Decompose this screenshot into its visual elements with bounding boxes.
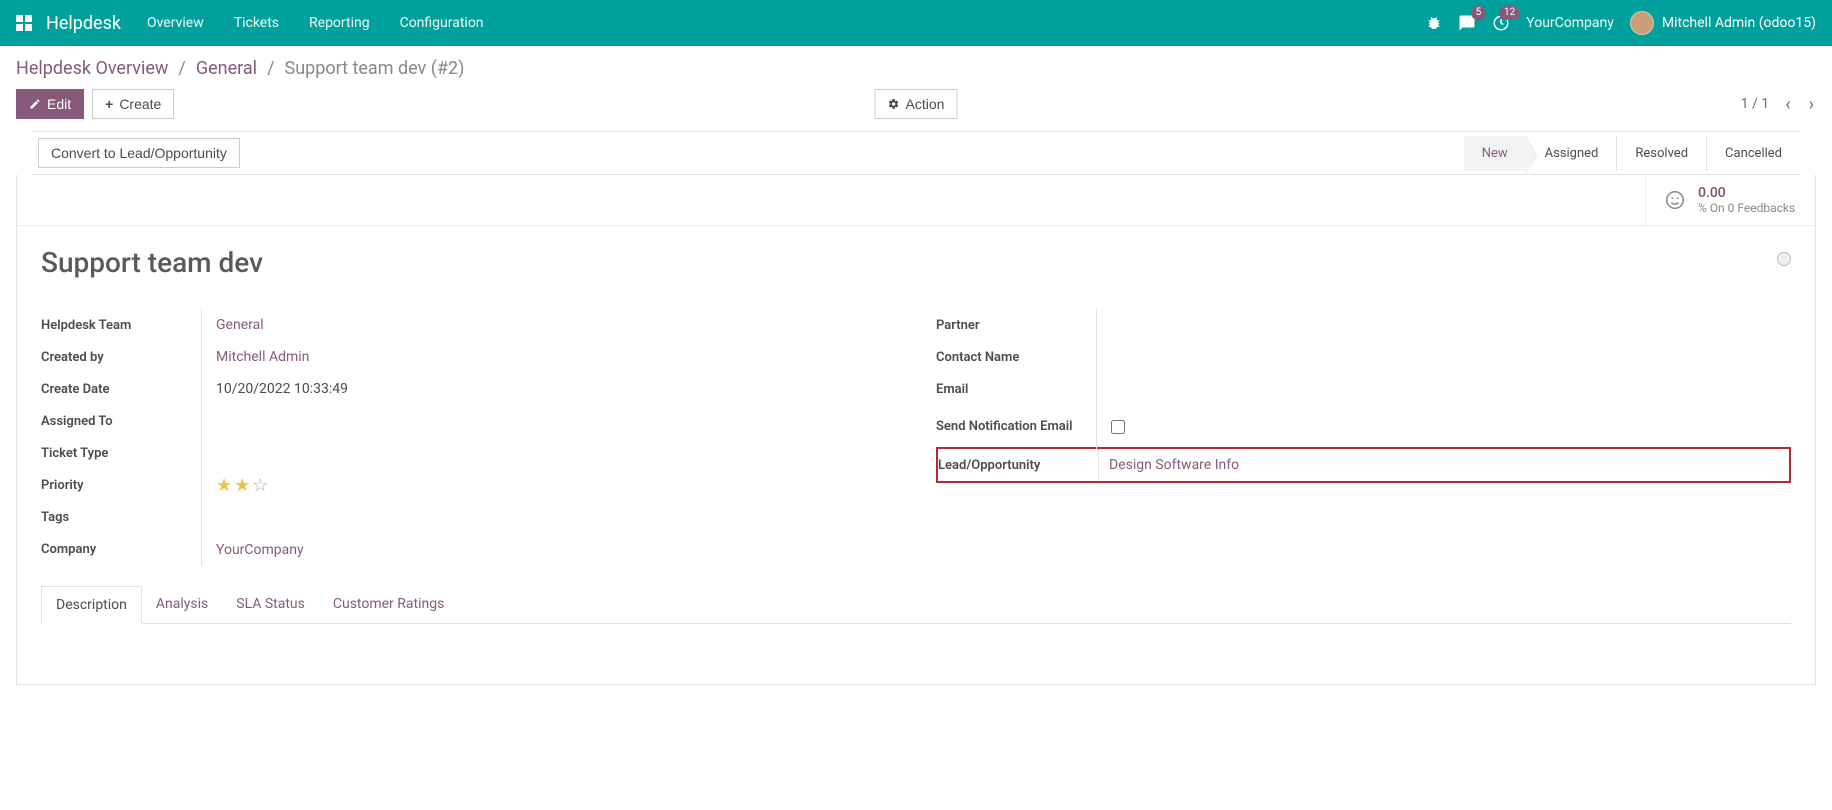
- statusbar: New Assigned Resolved Cancelled: [1464, 136, 1800, 171]
- nav-menu-reporting[interactable]: Reporting: [309, 15, 370, 31]
- value-lead-opportunity-cell: Design Software Info: [1098, 449, 1789, 481]
- nav-company[interactable]: YourCompany: [1526, 15, 1614, 31]
- nav-menu-configuration[interactable]: Configuration: [400, 15, 484, 31]
- tabs-section: Description Analysis SLA Status Customer…: [17, 576, 1815, 684]
- app-brand[interactable]: Helpdesk: [46, 13, 121, 34]
- star-icon: ★: [234, 475, 250, 496]
- label-contact-name: Contact Name: [936, 350, 1096, 365]
- create-button-label: Create: [119, 96, 161, 112]
- status-step-cancelled[interactable]: Cancelled: [1706, 136, 1800, 171]
- sheet-stat-bar: 0.00 % On 0 Feedbacks: [17, 175, 1815, 226]
- kanban-state-dot[interactable]: [1777, 252, 1791, 266]
- value-created-by[interactable]: Mitchell Admin: [216, 349, 309, 365]
- pager-text: 1 / 1: [1741, 96, 1769, 112]
- form-columns: Helpdesk Team Created by Create Date Ass…: [41, 309, 1791, 566]
- value-create-date: 10/20/2022 10:33:49: [216, 381, 348, 397]
- tab-sla-status[interactable]: SLA Status: [222, 586, 319, 623]
- form-sheet: 0.00 % On 0 Feedbacks Support team dev H…: [16, 175, 1816, 685]
- breadcrumb: Helpdesk Overview / General / Support te…: [16, 58, 1816, 79]
- control-bar: Helpdesk Overview / General / Support te…: [0, 46, 1832, 119]
- sheet-body: Support team dev Helpdesk Team Created b…: [17, 226, 1815, 576]
- breadcrumb-current: Support team dev (#2): [285, 58, 465, 79]
- label-helpdesk-team: Helpdesk Team: [41, 318, 201, 333]
- label-company: Company: [41, 542, 201, 557]
- edit-button-label: Edit: [47, 96, 71, 112]
- form-col-left: Helpdesk Team Created by Create Date Ass…: [41, 309, 896, 566]
- record-title: Support team dev: [41, 246, 1791, 279]
- status-step-resolved[interactable]: Resolved: [1616, 136, 1706, 171]
- nav-right: 5 12 YourCompany Mitchell Admin (odoo15): [1426, 11, 1816, 35]
- messages-badge: 5: [1471, 6, 1487, 20]
- smiley-icon: [1664, 189, 1686, 211]
- top-navbar: Helpdesk Overview Tickets Reporting Conf…: [0, 0, 1832, 46]
- star-icon: ☆: [252, 475, 268, 496]
- label-create-date: Create Date: [41, 382, 201, 397]
- toolbar-right: 1 / 1 ‹ ›: [1741, 94, 1816, 115]
- label-ticket-type: Ticket Type: [41, 446, 201, 461]
- messages-icon[interactable]: 5: [1458, 14, 1476, 32]
- priority-stars[interactable]: ★ ★ ☆: [216, 475, 268, 496]
- nav-menu-overview[interactable]: Overview: [147, 15, 204, 31]
- tab-customer-ratings[interactable]: Customer Ratings: [319, 586, 458, 623]
- label-email: Email: [936, 382, 1096, 397]
- toolbar: Edit + Create Action 1 / 1 ‹ ›: [16, 89, 1816, 119]
- gear-icon: [888, 98, 900, 110]
- label-created-by: Created by: [41, 350, 201, 365]
- label-priority: Priority: [41, 478, 201, 493]
- form-col-right: Partner Contact Name Email Send Notifica…: [936, 309, 1791, 566]
- tab-analysis[interactable]: Analysis: [142, 586, 222, 623]
- plus-icon: +: [105, 96, 113, 112]
- status-row: Convert to Lead/Opportunity New Assigned…: [32, 131, 1800, 175]
- pager-next[interactable]: ›: [1807, 94, 1816, 115]
- status-step-new[interactable]: New: [1464, 136, 1526, 171]
- nav-user[interactable]: Mitchell Admin (odoo15): [1630, 11, 1816, 35]
- nav-user-name: Mitchell Admin (odoo15): [1662, 15, 1816, 31]
- label-partner: Partner: [936, 318, 1096, 333]
- breadcrumb-parent[interactable]: General: [196, 58, 257, 79]
- avatar: [1630, 11, 1654, 35]
- tab-description[interactable]: Description: [41, 586, 142, 624]
- label-tags: Tags: [41, 510, 201, 525]
- value-company[interactable]: YourCompany: [216, 542, 304, 558]
- convert-lead-button[interactable]: Convert to Lead/Opportunity: [38, 138, 240, 168]
- edit-button[interactable]: Edit: [16, 89, 84, 119]
- send-notif-checkbox[interactable]: [1111, 420, 1125, 434]
- toolbar-center: Action: [875, 89, 958, 119]
- stat-sub: % On 0 Feedbacks: [1698, 201, 1795, 215]
- value-lead-opportunity[interactable]: Design Software Info: [1109, 457, 1239, 473]
- tab-list: Description Analysis SLA Status Customer…: [41, 586, 1791, 624]
- nav-menu: Overview Tickets Reporting Configuration: [147, 15, 1426, 31]
- apps-icon[interactable]: [16, 15, 32, 31]
- stat-text: 0.00 % On 0 Feedbacks: [1698, 185, 1795, 215]
- activities-badge: 12: [1499, 6, 1520, 20]
- value-helpdesk-team[interactable]: General: [216, 317, 264, 333]
- star-icon: ★: [216, 475, 232, 496]
- stat-value: 0.00: [1698, 185, 1795, 201]
- pager-prev[interactable]: ‹: [1783, 94, 1792, 115]
- status-step-assigned[interactable]: Assigned: [1526, 136, 1617, 171]
- pencil-icon: [29, 98, 41, 110]
- action-button-label: Action: [906, 96, 945, 112]
- activities-icon[interactable]: 12: [1492, 14, 1510, 32]
- breadcrumb-sep: /: [178, 58, 185, 79]
- label-lead-opportunity: Lead/Opportunity: [938, 449, 1098, 481]
- breadcrumb-sep: /: [267, 58, 274, 79]
- breadcrumb-root[interactable]: Helpdesk Overview: [16, 58, 168, 79]
- bug-icon[interactable]: [1426, 15, 1442, 31]
- create-button[interactable]: + Create: [92, 89, 174, 119]
- action-button[interactable]: Action: [875, 89, 958, 119]
- label-send-notif: Send Notification Email: [936, 419, 1096, 436]
- label-assigned-to: Assigned To: [41, 414, 201, 429]
- nav-menu-tickets[interactable]: Tickets: [234, 15, 279, 31]
- lead-opportunity-highlight: Lead/Opportunity Design Software Info: [936, 447, 1791, 483]
- feedback-stat-button[interactable]: 0.00 % On 0 Feedbacks: [1645, 175, 1815, 225]
